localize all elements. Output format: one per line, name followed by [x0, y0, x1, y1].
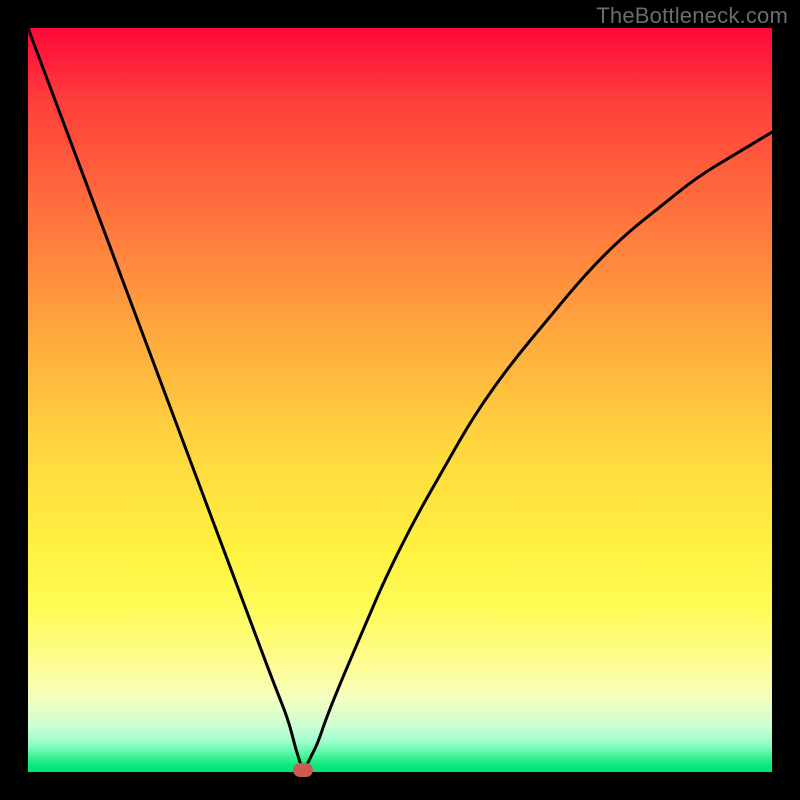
chart-plot-area — [28, 28, 772, 772]
watermark-text: TheBottleneck.com — [596, 3, 788, 29]
optimal-marker — [293, 763, 313, 777]
bottleneck-curve — [28, 28, 772, 772]
chart-frame: TheBottleneck.com — [0, 0, 800, 800]
